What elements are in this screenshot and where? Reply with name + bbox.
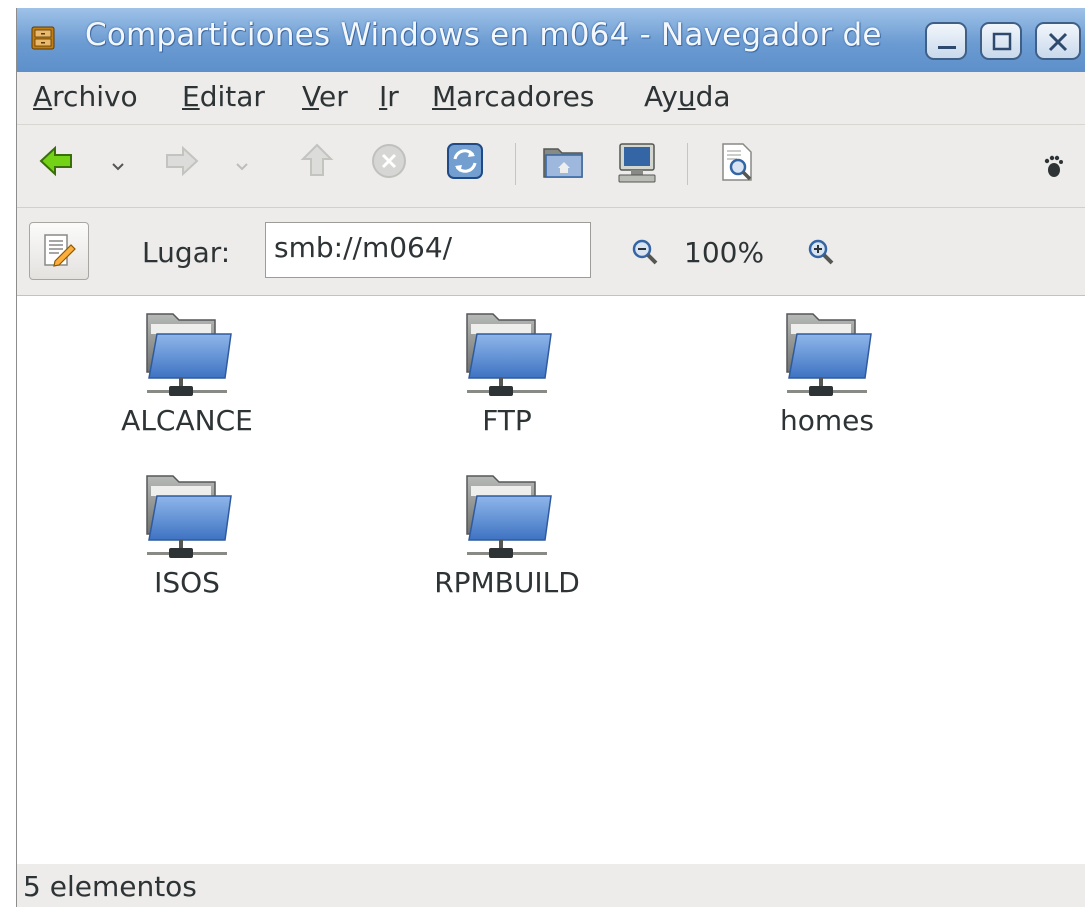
network-folder-icon [786, 313, 872, 397]
reload-icon [447, 143, 483, 179]
forward-history-dropdown[interactable] [235, 157, 249, 176]
minimize-icon [938, 46, 956, 49]
window-title: Comparticiones Windows en m064 - Navegad… [85, 17, 882, 53]
menu-ir[interactable]: Ir [379, 80, 399, 113]
back-history-dropdown[interactable] [111, 157, 125, 176]
file-cabinet-icon[interactable] [31, 26, 55, 50]
up-button[interactable] [297, 141, 337, 185]
zoom-level-button[interactable]: 100% [684, 236, 764, 269]
item-label: homes [780, 404, 874, 437]
computer-button[interactable] [615, 141, 659, 189]
location-label: Lugar: [142, 236, 231, 269]
forward-button[interactable] [161, 141, 201, 185]
menu-editar[interactable]: Editar [182, 80, 265, 113]
item-label: FTP [482, 404, 532, 437]
item-label: RPMBUILD [434, 566, 580, 599]
network-folder-icon [466, 313, 552, 397]
status-text: 5 elementos [23, 870, 197, 903]
zoom-in-icon [808, 239, 834, 265]
toggle-location-entry-button[interactable] [29, 222, 89, 280]
home-button[interactable] [541, 141, 585, 185]
list-item[interactable]: ALCANCE [77, 310, 297, 437]
maximize-icon [992, 32, 1012, 51]
network-folder-icon [466, 475, 552, 559]
menu-marcadores[interactable]: Marcadores [432, 80, 594, 113]
edit-location-icon [44, 234, 76, 267]
stop-icon [372, 144, 406, 178]
list-item[interactable]: RPMBUILD [397, 472, 617, 599]
toolbar [17, 124, 1085, 208]
search-icon [722, 143, 752, 181]
menu-bar: Archivo Editar Ver Ir Marcadores Ayuda [17, 72, 1085, 122]
list-item[interactable]: FTP [397, 310, 617, 437]
back-button[interactable] [37, 141, 77, 185]
list-item[interactable]: homes [717, 310, 937, 437]
item-label: ISOS [154, 566, 220, 599]
computer-icon [618, 143, 656, 183]
chevron-down-icon [112, 163, 124, 171]
file-manager-window: Comparticiones Windows en m064 - Navegad… [16, 8, 1085, 907]
file-view[interactable]: ALCANCE FTP homes ISOS RPMBUILD [17, 295, 1085, 865]
forward-arrow-icon [166, 145, 199, 177]
back-arrow-icon [39, 145, 72, 177]
menu-archivo[interactable]: Archivo [33, 80, 138, 113]
item-label: ALCANCE [121, 404, 253, 437]
list-item[interactable]: ISOS [77, 472, 297, 599]
up-arrow-icon [300, 143, 334, 176]
stop-button[interactable] [369, 141, 409, 185]
maximize-button[interactable] [980, 22, 1022, 60]
menu-ayuda[interactable]: Ayuda [644, 80, 731, 113]
title-bar[interactable]: Comparticiones Windows en m064 - Navegad… [17, 8, 1085, 73]
zoom-out-button[interactable] [631, 238, 661, 272]
network-folder-icon [146, 313, 232, 397]
status-bar: 5 elementos [17, 864, 1085, 907]
location-bar: Lugar: smb://m064/ 100% [17, 208, 1085, 294]
toolbar-separator [515, 143, 516, 185]
network-folder-icon [146, 475, 232, 559]
close-icon [1048, 32, 1068, 52]
close-button[interactable] [1035, 22, 1081, 60]
toolbar-separator [687, 143, 688, 185]
zoom-in-button[interactable] [807, 238, 837, 272]
zoom-out-icon [632, 239, 658, 265]
menu-ver[interactable]: Ver [302, 80, 348, 113]
chevron-down-icon [236, 163, 248, 171]
search-button[interactable] [719, 141, 759, 189]
reload-button[interactable] [445, 141, 485, 185]
minimize-button[interactable] [925, 22, 967, 60]
home-folder-icon [543, 148, 583, 178]
gnome-foot-icon [1043, 153, 1063, 183]
location-input[interactable]: smb://m064/ [265, 222, 591, 278]
